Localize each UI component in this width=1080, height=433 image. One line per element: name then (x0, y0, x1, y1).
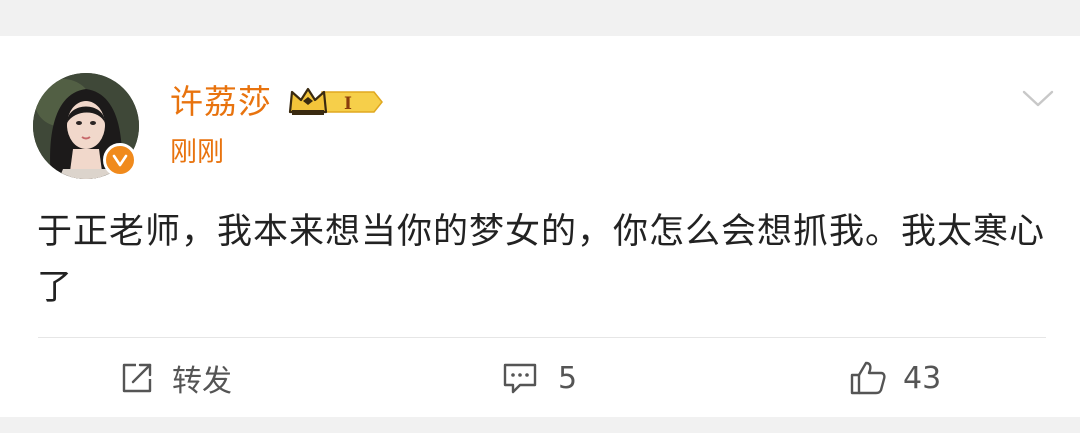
like-button[interactable]: 43 (849, 358, 941, 398)
action-divider (38, 337, 1046, 338)
feed-bottom-spacer (0, 417, 1080, 425)
feed-top-spacer (0, 0, 1080, 36)
comment-count: 5 (558, 360, 578, 396)
post-timestamp: 刚刚 (170, 137, 224, 168)
vip-level-text: I (344, 94, 352, 114)
thumbs-up-icon (849, 360, 887, 396)
share-square-icon (120, 361, 154, 395)
like-count: 43 (903, 360, 942, 396)
repost-button[interactable]: 转发 (120, 358, 232, 399)
verified-check-icon (103, 143, 137, 177)
vip-crown-badge[interactable]: I (288, 86, 384, 122)
weibo-post-card: 许荔莎 I 刚刚 于正老师，我本来想当你的梦女的，你怎么会想抓我。我太寒心了 转… (0, 36, 1080, 425)
repost-label: 转发 (172, 364, 232, 399)
post-content: 于正老师，我本来想当你的梦女的，你怎么会想抓我。我太寒心了 (37, 212, 1046, 308)
comment-bubble-icon (502, 361, 538, 395)
author-name[interactable]: 许荔莎 (170, 82, 272, 122)
chevron-down-icon[interactable] (1020, 86, 1056, 112)
comment-button[interactable]: 5 (502, 358, 577, 398)
